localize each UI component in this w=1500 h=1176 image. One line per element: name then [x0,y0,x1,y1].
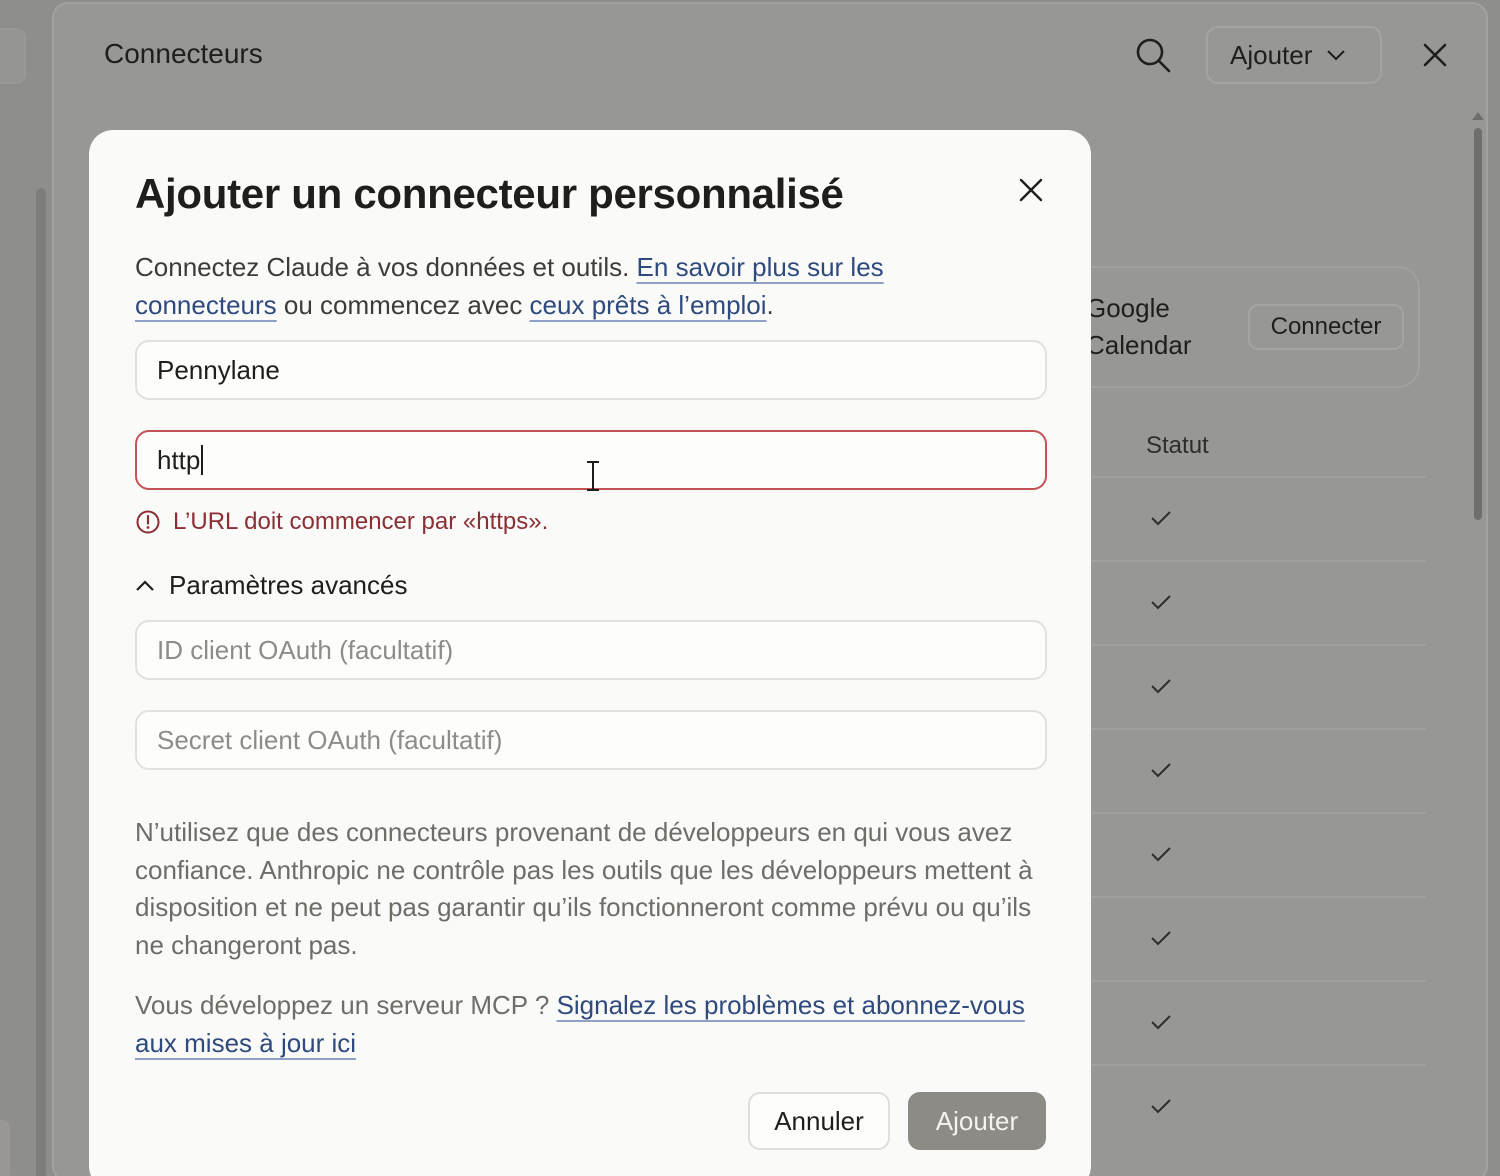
sidebar-scrollbar [36,188,46,1176]
table-row-divider [1060,728,1426,730]
connector-card-name: Google Calendar [1086,293,1192,360]
table-row-divider [1060,476,1426,478]
connector-name-field[interactable]: Pennylane [135,340,1047,400]
chevron-up-icon [136,579,154,591]
table-row-divider [1060,644,1426,646]
status-check-icon [1151,511,1171,526]
cancel-button[interactable]: Annuler [748,1092,890,1150]
trust-disclaimer: N’utilisez que des connecteurs provenant… [135,817,1033,960]
status-check-icon [1151,931,1171,946]
add-button-disabled[interactable]: Ajouter [908,1092,1046,1150]
sidebar-tab [0,28,26,84]
add-connector-dropdown-button[interactable]: Ajouter [1206,26,1382,84]
add-button-label: Ajouter [1230,39,1313,70]
chevron-down-icon [1327,50,1346,61]
alert-circle-icon [136,510,160,534]
status-check-icon [1151,763,1171,778]
table-row-divider [1060,1064,1426,1066]
oauth-client-id-field[interactable]: ID client OAuth (facultatif) [135,620,1047,680]
connect-button[interactable]: Connecter [1248,304,1404,350]
table-row-divider [1060,812,1426,814]
dialog-intro: Connectez Claude à vos données et outils… [135,252,884,320]
search-icon[interactable] [1134,36,1172,74]
status-column-header: Statut [1146,432,1209,459]
add-custom-connector-dialog: Ajouter un connecteur personnalisé Conne… [89,130,1091,1176]
status-check-icon [1151,1015,1171,1030]
status-check-icon [1151,595,1171,610]
sidebar-tab-bottom [0,1120,10,1176]
ready-connectors-link[interactable]: ceux prêts à l’emploi [530,290,767,320]
ibeam-cursor-icon [587,461,599,491]
status-check-icon [1151,1099,1171,1114]
close-icon[interactable] [1418,38,1452,72]
oauth-client-secret-field[interactable]: Secret client OAuth (facultatif) [135,710,1047,770]
table-row-divider [1060,980,1426,982]
url-error-message: L’URL doit commencer par «https». [135,508,548,536]
status-check-icon [1151,847,1171,862]
scroll-up-arrow-icon[interactable] [1472,112,1484,120]
left-sidebar [0,0,50,1176]
dialog-close-icon[interactable] [1015,174,1047,206]
panel-scrollbar[interactable] [1474,128,1482,520]
table-row-divider [1060,896,1426,898]
text-caret [201,445,204,475]
dialog-title: Ajouter un connecteur personnalisé [135,170,844,217]
mcp-developer-note: Vous développez un serveur MCP ? Signale… [135,990,1025,1058]
connectors-title: Connecteurs [104,38,263,69]
table-row-divider [1060,560,1426,562]
advanced-settings-toggle[interactable]: Paramètres avancés [135,570,407,601]
status-check-icon [1151,679,1171,694]
